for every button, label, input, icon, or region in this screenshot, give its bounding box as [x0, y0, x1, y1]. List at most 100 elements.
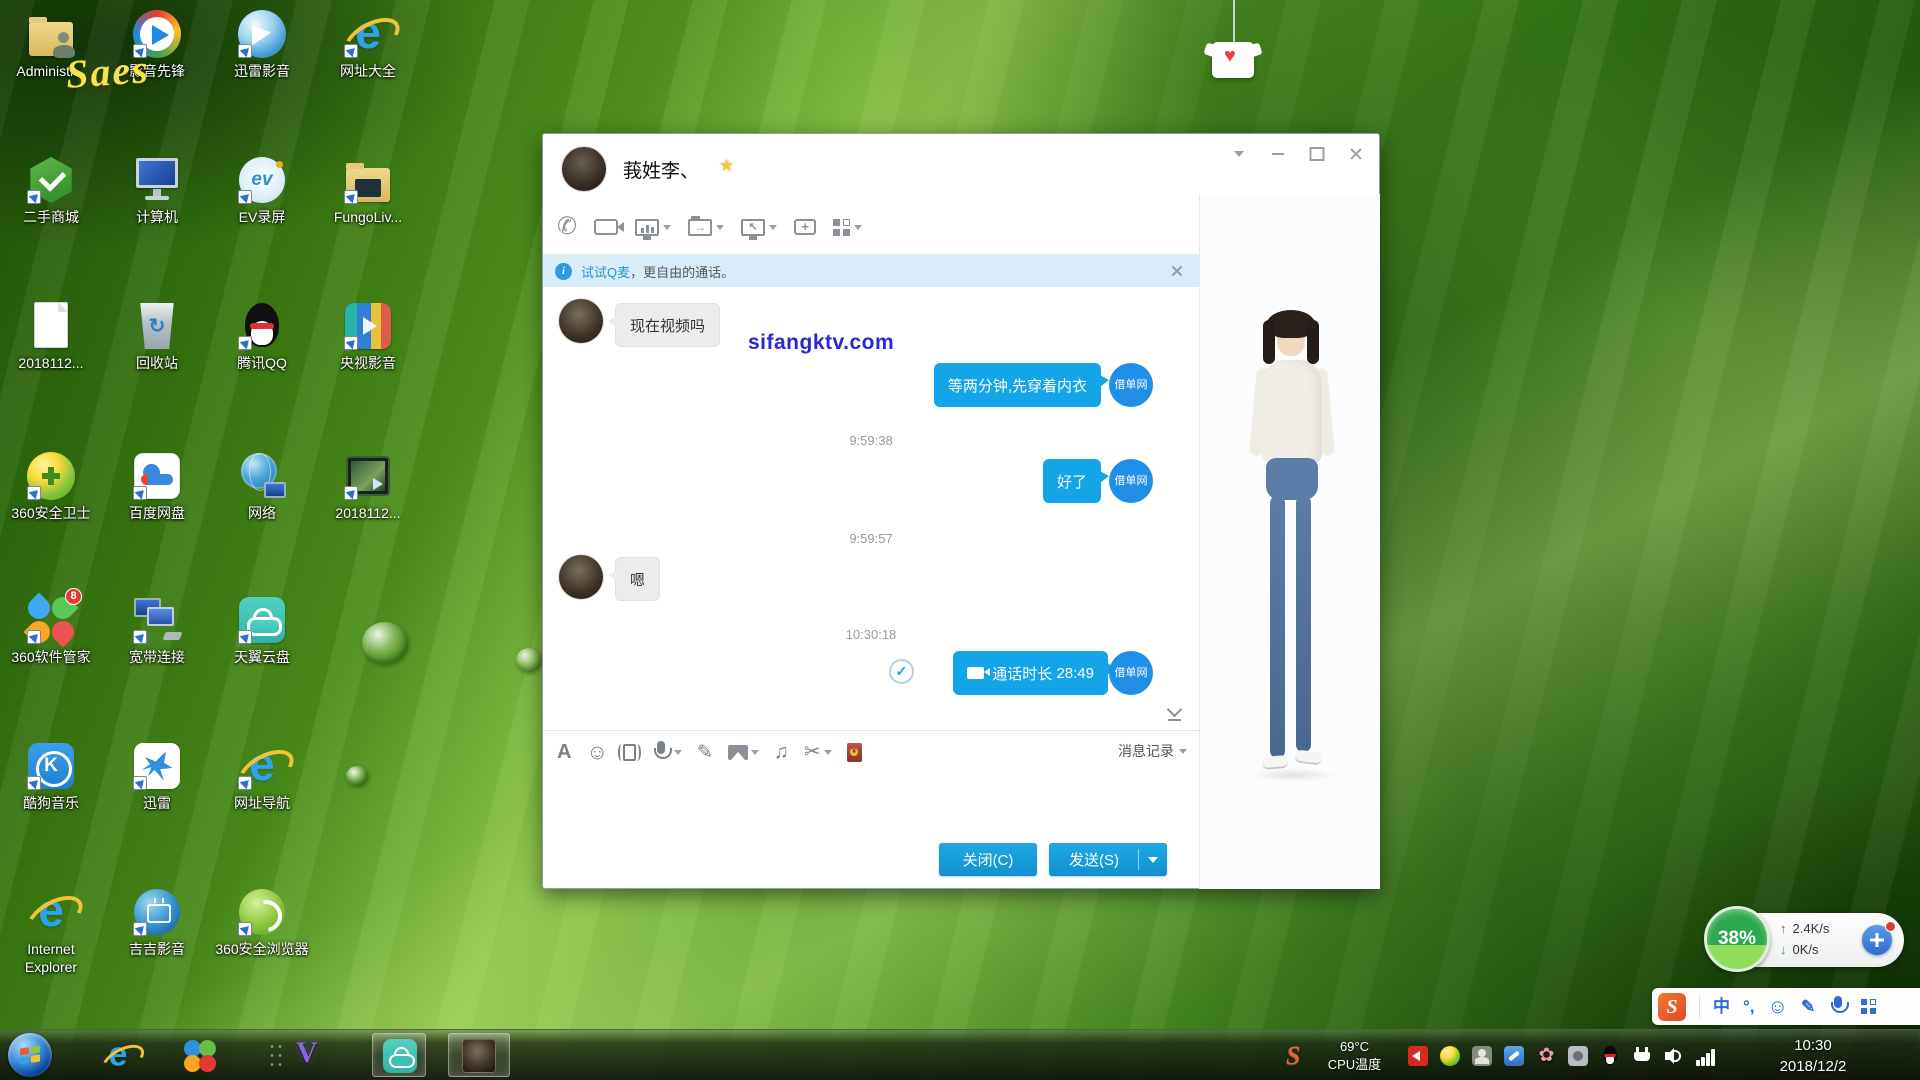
desktop-icon-tianyi-cloud[interactable]: 天翼云盘: [212, 594, 312, 667]
shortcut-arrow-icon: [238, 776, 252, 790]
desktop-icon-360-soft[interactable]: 8 360软件管家: [1, 594, 101, 667]
window-menu-button[interactable]: [1226, 144, 1252, 164]
desktop-icon-wangzhi-daohang[interactable]: e 网址导航: [212, 740, 312, 813]
network-signal-icon[interactable]: [1696, 1046, 1715, 1066]
peer-avatar[interactable]: [562, 147, 606, 191]
desktop-icon-network[interactable]: 网络: [212, 450, 312, 523]
desktop-icon-baidu-pan[interactable]: 百度网盘: [107, 450, 207, 523]
sogou-tray-icon[interactable]: S: [1286, 1041, 1300, 1071]
image-button[interactable]: [728, 745, 759, 760]
desktop-icon-ev-luping[interactable]: ev EV录屏: [212, 154, 312, 227]
jiji-player-icon: [131, 886, 183, 938]
banner-link[interactable]: 试试Q麦: [581, 262, 630, 281]
desktop-icon-kugou[interactable]: K 酷狗音乐: [1, 740, 101, 813]
self-avatar[interactable]: 借单网: [1109, 651, 1153, 695]
volume-icon[interactable]: [1664, 1046, 1684, 1066]
peer-name: 莪姓李、: [623, 156, 699, 183]
close-button[interactable]: [1343, 144, 1369, 164]
qq-tray-icon[interactable]: [1600, 1046, 1620, 1066]
desktop-icon-360-safe[interactable]: 360安全卫士: [1, 450, 101, 523]
message-list: 现在视频吗 sifangktv.com 等两分钟,先穿着内衣 借单网 9:59:…: [543, 287, 1199, 730]
create-session-button[interactable]: +: [794, 219, 816, 235]
window-titlebar[interactable]: 莪姓李、 ★: [543, 134, 1379, 198]
red-packet-button[interactable]: ¥: [847, 743, 862, 762]
window-shake-button[interactable]: [623, 744, 636, 761]
memory-ball[interactable]: 38%: [1704, 906, 1770, 972]
shake-icon: [623, 744, 636, 761]
start-button[interactable]: [8, 1033, 52, 1077]
360-tray-icon[interactable]: [1440, 1046, 1460, 1066]
banner-text: ，更自由的通话。: [630, 262, 734, 281]
desktop-icon-document[interactable]: 2018112...: [1, 300, 101, 373]
scroll-to-bottom-icon[interactable]: [1165, 703, 1185, 721]
flower-tray-icon[interactable]: ✿: [1536, 1046, 1556, 1066]
voice-message-button[interactable]: [651, 741, 682, 763]
desktop-icon-jiji-player[interactable]: 吉吉影音: [107, 886, 207, 959]
voice-call-button[interactable]: ✆: [557, 215, 577, 239]
camera-tray-icon[interactable]: [1568, 1046, 1588, 1066]
taskbar-cloud-app-button[interactable]: [372, 1033, 426, 1077]
desktop-icon-computer[interactable]: 计算机: [107, 154, 207, 227]
cpu-temperature[interactable]: 69°C CPU温度: [1312, 1038, 1396, 1073]
banner-close-icon[interactable]: [1169, 263, 1185, 279]
desktop-icon-tencent-qq[interactable]: 腾讯QQ: [212, 300, 312, 373]
minimize-button[interactable]: [1265, 144, 1291, 164]
video-file-icon: [342, 450, 394, 502]
desktop-icon-video-file[interactable]: 2018112...: [318, 450, 418, 523]
screen-demo-icon: [635, 219, 659, 236]
desktop-icon-recycle-bin[interactable]: ↻ 回收站: [107, 300, 207, 373]
emoji-button[interactable]: ☺: [586, 742, 607, 763]
shortcut-arrow-icon: [27, 630, 41, 644]
desktop-icon-360-browser[interactable]: 360安全浏览器: [212, 886, 312, 959]
screenshot-button[interactable]: ✂: [804, 742, 832, 762]
handwriting-button[interactable]: ✎: [697, 743, 713, 762]
ime-mode-toggle[interactable]: 中: [1713, 998, 1730, 1015]
video-call-button[interactable]: [594, 219, 618, 235]
taskbar-clock[interactable]: 10:30 2018/12/2: [1753, 1035, 1873, 1077]
ime-handwriting-button[interactable]: ✎: [1801, 998, 1815, 1015]
message-bubble-outgoing: 等两分钟,先穿着内衣: [934, 363, 1101, 407]
self-avatar[interactable]: 借单网: [1109, 459, 1153, 503]
remote-assist-button[interactable]: ↖: [741, 219, 777, 236]
qq-show-avatar-girl[interactable]: [1232, 310, 1352, 790]
send-options-caret-icon[interactable]: [1148, 857, 1158, 863]
close-chat-button[interactable]: 关闭(C): [939, 843, 1037, 876]
desktop-icon-xunlei-yingyin[interactable]: 迅雷影音: [212, 8, 312, 81]
self-avatar[interactable]: 借单网: [1109, 363, 1153, 407]
music-share-button[interactable]: ♫: [774, 742, 789, 762]
message-input[interactable]: [543, 767, 1199, 833]
sogou-logo-icon[interactable]: S: [1658, 993, 1686, 1021]
desktop-icon-broadband[interactable]: 宽带连接: [107, 594, 207, 667]
taskbar-ie-button[interactable]: e: [100, 1038, 136, 1074]
desktop-icon-fungolive[interactable]: FungoLiv...: [318, 154, 418, 227]
peer-avatar[interactable]: [559, 299, 603, 343]
document-icon: [25, 300, 77, 352]
folder-send-icon: →: [688, 219, 712, 236]
power-plug-icon[interactable]: [1632, 1046, 1652, 1066]
ime-voice-button[interactable]: [1828, 996, 1848, 1018]
screen-share-button[interactable]: [635, 219, 671, 236]
apps-button[interactable]: [833, 219, 862, 236]
ime-emoji-button[interactable]: ☺: [1768, 997, 1788, 1017]
taskbar-v-app-button[interactable]: V: [296, 1036, 318, 1070]
user-tray-icon[interactable]: [1472, 1046, 1492, 1066]
desktop-icon-xunlei[interactable]: 迅雷: [107, 740, 207, 813]
file-transfer-button[interactable]: →: [688, 219, 724, 236]
chat-toolbar: ✆ → ↖ +: [557, 210, 862, 244]
desktop-icon-wangzhidaquan[interactable]: e 网址大全: [318, 8, 418, 81]
taskbar-media-button[interactable]: [182, 1038, 218, 1074]
desktop-icon-ershou-shangcheng[interactable]: 二手商城: [1, 154, 101, 227]
taskbar-qq-chat-button[interactable]: [448, 1033, 510, 1077]
maximize-button[interactable]: [1304, 144, 1330, 164]
announcement-tray-icon[interactable]: [1408, 1046, 1428, 1066]
ime-toolbox-button[interactable]: [1861, 999, 1877, 1015]
peer-avatar[interactable]: [559, 555, 603, 599]
desktop-icon-internet-explorer[interactable]: e Internet Explorer: [1, 886, 101, 976]
net-speed-widget[interactable]: 38% ↑ 2.4K/s ↓ 0K/s: [1708, 913, 1904, 967]
blue-app-tray-icon[interactable]: [1504, 1046, 1524, 1066]
desktop-icon-cctv[interactable]: 央视影音: [318, 300, 418, 373]
ime-punctuation-toggle[interactable]: °,: [1743, 998, 1755, 1015]
send-button[interactable]: 发送(S): [1049, 843, 1167, 876]
font-style-button[interactable]: A: [557, 741, 571, 764]
message-history-button[interactable]: 消息记录: [1118, 741, 1187, 761]
